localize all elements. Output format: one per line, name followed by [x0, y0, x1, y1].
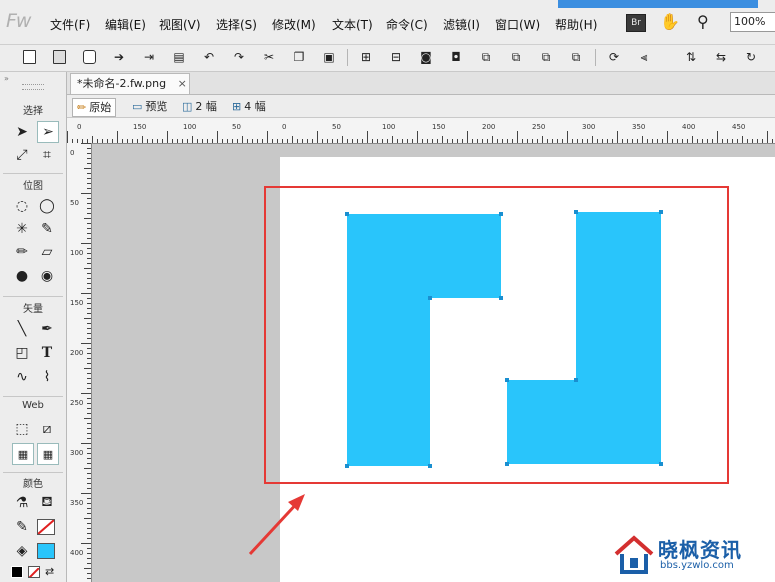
annotation-arrow [248, 494, 305, 556]
house-logo-icon [614, 535, 654, 574]
canvas-overlay [248, 186, 729, 556]
watermark-text: 晓枫资讯 [658, 538, 742, 562]
watermark-url: bbs.yzwlo.com [660, 560, 734, 571]
right-vector-shape[interactable] [507, 212, 661, 464]
left-vector-shape[interactable] [347, 214, 501, 466]
watermark: 晓枫资讯 bbs.yzwlo.com [612, 532, 741, 577]
